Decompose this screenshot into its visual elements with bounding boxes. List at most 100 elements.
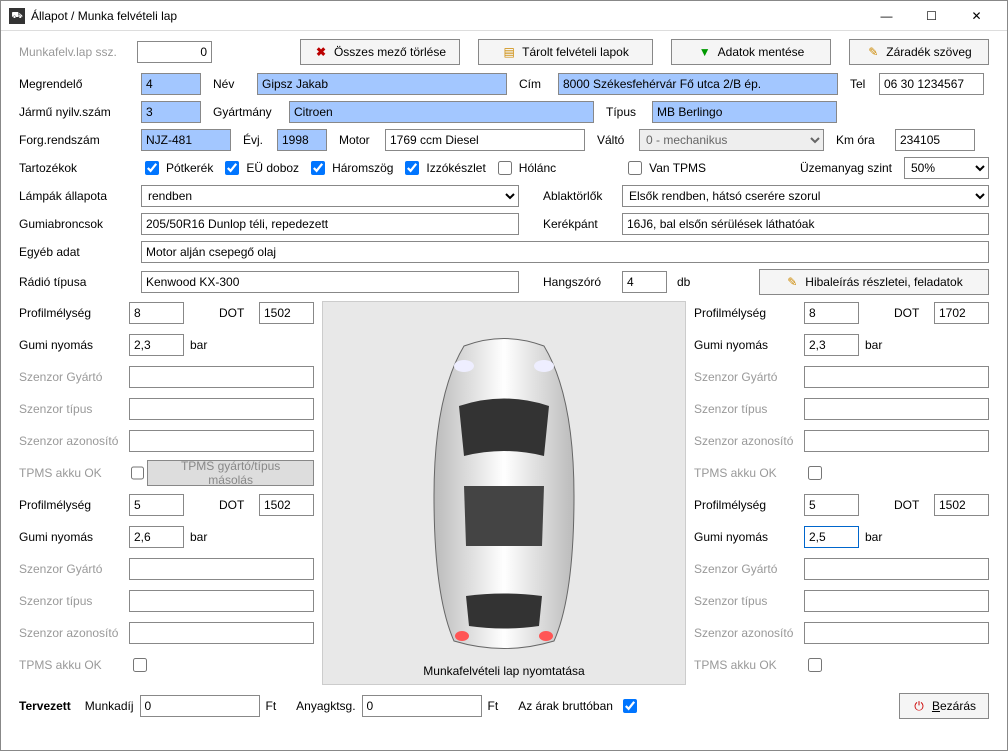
km-label: Km óra xyxy=(836,133,891,147)
rr-pressure-label: Gumi nyomás xyxy=(694,530,804,544)
other-label: Egyéb adat xyxy=(19,245,137,259)
reg-input[interactable] xyxy=(141,101,201,123)
material-label: Anyagktsg. xyxy=(296,699,355,713)
fuel-label: Üzemanyag szint xyxy=(800,161,892,175)
fr-dot-input[interactable] xyxy=(934,302,989,324)
spare-wheel-checkbox[interactable] xyxy=(145,161,159,175)
fr-profile-label: Profilmélység xyxy=(694,306,804,320)
rl-pressure-input[interactable] xyxy=(129,526,184,548)
fr-sensor-make-input[interactable] xyxy=(804,366,989,388)
fl-sensor-make-label: Szenzor Gyártó xyxy=(19,370,129,384)
material-input[interactable] xyxy=(362,695,482,717)
worksheet-no-input[interactable] xyxy=(137,41,212,63)
fr-pressure-input[interactable] xyxy=(804,334,859,356)
fl-tpms-batt-label: TPMS akku OK xyxy=(19,466,127,480)
gearbox-select[interactable]: 0 - mechanikus xyxy=(639,129,824,151)
endorsement-button[interactable]: ✎ Záradék szöveg xyxy=(849,39,989,65)
car-diagram-panel: Munkafelvételi lap nyomtatása xyxy=(322,301,686,685)
x-icon: ✖ xyxy=(314,45,328,59)
triangle-checkbox[interactable] xyxy=(311,161,325,175)
speaker-input[interactable] xyxy=(622,271,667,293)
fault-details-button[interactable]: ✎ Hibaleírás részletei, feladatok xyxy=(759,269,989,295)
clear-all-button[interactable]: ✖ Összes mező törlése xyxy=(300,39,460,65)
rr-dot-input[interactable] xyxy=(934,494,989,516)
edit-icon: ✎ xyxy=(866,45,880,59)
labor-ft: Ft xyxy=(266,699,277,713)
rr-tpms-batt-checkbox[interactable] xyxy=(808,658,822,672)
rr-sensor-type-input[interactable] xyxy=(804,590,989,612)
plate-label: Forg.rendszám xyxy=(19,133,137,147)
wipers-select[interactable]: Elsők rendben, hátsó cserére szorul xyxy=(622,185,989,207)
addr-input[interactable] xyxy=(558,73,838,95)
has-tpms-checkbox[interactable] xyxy=(628,161,642,175)
name-label: Név xyxy=(213,77,253,91)
rr-sensor-id-input[interactable] xyxy=(804,622,989,644)
other-input[interactable] xyxy=(141,241,989,263)
fl-sensor-id-input[interactable] xyxy=(129,430,314,452)
fl-dot-input[interactable] xyxy=(259,302,314,324)
rims-input[interactable] xyxy=(622,213,989,235)
save-button[interactable]: ▼ Adatok mentése xyxy=(671,39,831,65)
rl-dot-label: DOT xyxy=(219,498,259,512)
car-top-icon xyxy=(414,336,594,656)
lights-select[interactable]: rendben xyxy=(141,185,519,207)
fl-bar-label: bar xyxy=(190,338,207,352)
fl-sensor-make-input[interactable] xyxy=(129,366,314,388)
rr-tpms-batt-label: TPMS akku OK xyxy=(694,658,804,672)
app-icon: ⛟ xyxy=(9,8,25,24)
tel-input[interactable] xyxy=(879,73,984,95)
engine-input[interactable] xyxy=(385,129,585,151)
rl-tpms-batt-checkbox[interactable] xyxy=(133,658,147,672)
tires-input[interactable] xyxy=(141,213,519,235)
firstaid-checkbox[interactable] xyxy=(225,161,239,175)
minimize-button[interactable]: — xyxy=(864,2,909,30)
customer-input[interactable] xyxy=(141,73,201,95)
fr-tpms-batt-checkbox[interactable] xyxy=(808,466,822,480)
planned-label: Tervezett xyxy=(19,699,71,713)
fuel-select[interactable]: 50% xyxy=(904,157,989,179)
close-button[interactable]: ⏻ Bezárás xyxy=(899,693,989,719)
fl-sensor-type-input[interactable] xyxy=(129,398,314,420)
tel-label: Tel xyxy=(850,77,875,91)
fl-sensor-type-label: Szenzor típus xyxy=(19,402,129,416)
radio-input[interactable] xyxy=(141,271,519,293)
rl-sensor-type-input[interactable] xyxy=(129,590,314,612)
bulbs-checkbox[interactable] xyxy=(405,161,419,175)
km-input[interactable] xyxy=(895,129,975,151)
fr-profile-input[interactable] xyxy=(804,302,859,324)
fr-sensor-id-label: Szenzor azonosító xyxy=(694,434,804,448)
make-input[interactable] xyxy=(289,101,594,123)
rr-pressure-input[interactable] xyxy=(804,526,859,548)
rr-sensor-type-label: Szenzor típus xyxy=(694,594,804,608)
close-window-button[interactable]: ✕ xyxy=(954,2,999,30)
labor-input[interactable] xyxy=(140,695,260,717)
rl-sensor-make-label: Szenzor Gyártó xyxy=(19,562,129,576)
name-input[interactable] xyxy=(257,73,507,95)
rl-sensor-id-input[interactable] xyxy=(129,622,314,644)
chain-checkbox[interactable] xyxy=(498,161,512,175)
fr-tpms-batt-label: TPMS akku OK xyxy=(694,466,804,480)
tpms-copy-button[interactable]: TPMS gyártó/típus másolás xyxy=(147,460,314,486)
maximize-button[interactable]: ☐ xyxy=(909,2,954,30)
rl-profile-input[interactable] xyxy=(129,494,184,516)
fl-pressure-label: Gumi nyomás xyxy=(19,338,129,352)
rl-profile-label: Profilmélység xyxy=(19,498,129,512)
rr-sensor-make-input[interactable] xyxy=(804,558,989,580)
rims-label: Kerékpánt xyxy=(543,217,618,231)
rl-sensor-make-input[interactable] xyxy=(129,558,314,580)
rr-profile-label: Profilmélység xyxy=(694,498,804,512)
gross-checkbox[interactable] xyxy=(623,699,637,713)
plate-input[interactable] xyxy=(141,129,231,151)
type-label: Típus xyxy=(606,105,648,119)
rl-dot-input[interactable] xyxy=(259,494,314,516)
speaker-unit: db xyxy=(677,275,690,289)
fl-pressure-input[interactable] xyxy=(129,334,184,356)
stored-sheets-button[interactable]: ▤ Tárolt felvételi lapok xyxy=(478,39,653,65)
year-input[interactable] xyxy=(277,129,327,151)
fl-profile-input[interactable] xyxy=(129,302,184,324)
fl-tpms-batt-checkbox[interactable] xyxy=(131,466,145,480)
fr-sensor-type-input[interactable] xyxy=(804,398,989,420)
fr-sensor-id-input[interactable] xyxy=(804,430,989,452)
type-input[interactable] xyxy=(652,101,837,123)
rr-profile-input[interactable] xyxy=(804,494,859,516)
